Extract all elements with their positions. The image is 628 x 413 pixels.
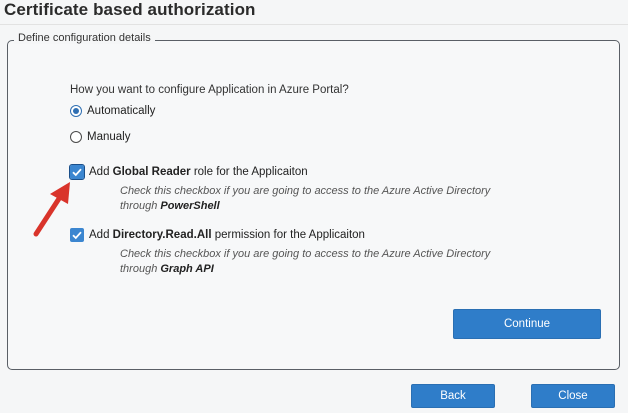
radio-unchecked-icon[interactable]: [70, 131, 82, 143]
radio-automatically[interactable]: Automatically: [70, 103, 155, 119]
group-legend: Define configuration details: [14, 32, 155, 44]
directory-read-checkbox-row[interactable]: Add Directory.Read.All permission for th…: [70, 227, 365, 243]
close-button[interactable]: Close: [531, 384, 615, 408]
directory-read-label: Add Directory.Read.All permission for th…: [89, 229, 365, 241]
radio-checked-icon[interactable]: [70, 105, 82, 117]
radio-manually[interactable]: Manualy: [70, 129, 130, 145]
red-arrow-icon: [33, 182, 70, 237]
global-reader-hint: Check this checkbox if you are going to …: [120, 185, 491, 212]
page-title: Certificate based authorization: [4, 0, 256, 19]
directory-read-checkbox[interactable]: [70, 228, 84, 242]
global-reader-checkbox-row[interactable]: Add Global Reader role for the Applicait…: [69, 164, 308, 180]
continue-button[interactable]: Continue: [453, 309, 601, 339]
back-button[interactable]: Back: [411, 384, 495, 408]
config-question: How you want to configure Application in…: [70, 84, 349, 96]
radio-manually-label: Manualy: [87, 131, 131, 143]
title-divider: [0, 24, 628, 25]
global-reader-label: Add Global Reader role for the Applicait…: [89, 166, 308, 178]
radio-automatically-label: Automatically: [87, 105, 156, 117]
checkmark-icon: [72, 231, 82, 240]
directory-read-hint: Check this checkbox if you are going to …: [120, 248, 491, 275]
